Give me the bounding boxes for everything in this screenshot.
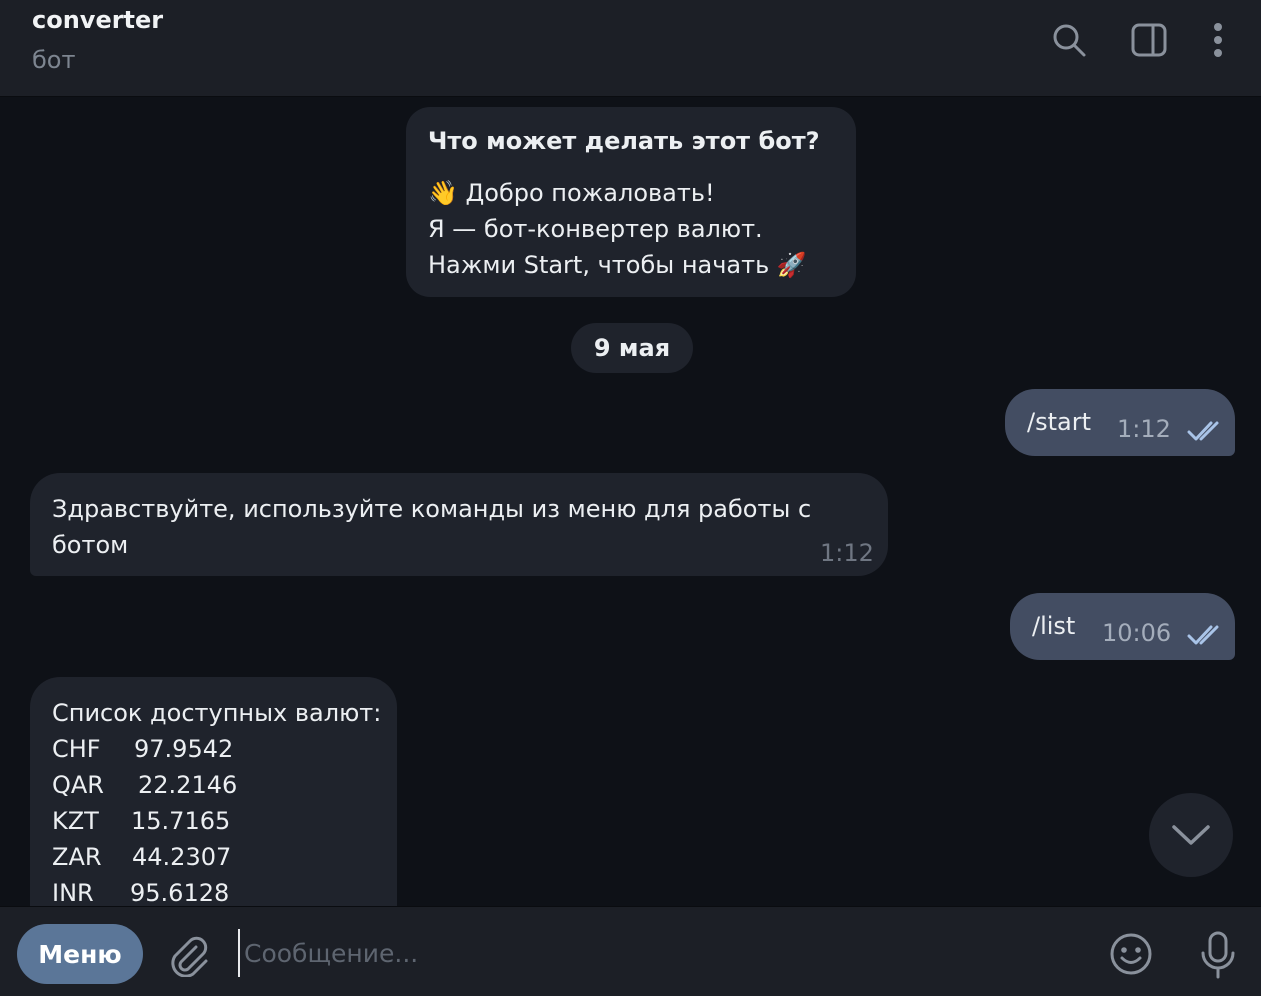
chevron-down-icon: [1172, 825, 1210, 845]
currency-code: ZAR: [52, 843, 102, 871]
message-input[interactable]: [238, 929, 1086, 977]
chat-subtitle: бот: [32, 46, 76, 74]
more-vertical-icon: [1214, 23, 1222, 57]
currency-code: CHF: [52, 735, 101, 763]
scroll-to-bottom-button[interactable]: [1149, 793, 1233, 877]
message-time: 1:12: [820, 539, 874, 567]
currency-rate: 97.9542: [134, 735, 234, 763]
search-button[interactable]: [1049, 20, 1089, 60]
search-icon: [1053, 24, 1086, 57]
double-check-icon: [1187, 421, 1219, 441]
currency-rate: 44.2307: [132, 843, 232, 871]
attach-button[interactable]: [164, 931, 212, 979]
chat-header: converter бот: [0, 0, 1261, 97]
double-check-icon: [1187, 625, 1219, 645]
smiley-icon: [1110, 933, 1152, 975]
message-text: /list: [1032, 612, 1076, 640]
sidebar-toggle-button[interactable]: [1129, 20, 1169, 60]
currency-rate: 95.6128: [130, 879, 230, 906]
currency-code: KZT: [52, 807, 99, 835]
message-composer: Меню: [0, 906, 1261, 996]
currency-code: QAR: [52, 771, 104, 799]
currency-list-heading: Список доступных валют:: [52, 699, 382, 727]
bot-description-line: Я — бот-конвертер валют.: [428, 215, 763, 243]
outgoing-message[interactable]: /list 10:06: [1010, 593, 1235, 660]
bot-menu-button[interactable]: Меню: [17, 924, 143, 984]
currency-code: INR: [52, 879, 94, 906]
emoji-button[interactable]: [1108, 931, 1154, 977]
microphone-icon: [1201, 931, 1235, 979]
date-separator: 9 мая: [571, 323, 693, 373]
message-list[interactable]: Что может делать этот бот? 👋 Добро пожал…: [0, 97, 1261, 906]
currency-rate: 15.7165: [131, 807, 231, 835]
sidebar-toggle-icon: [1131, 23, 1167, 57]
voice-record-button[interactable]: [1196, 929, 1240, 981]
incoming-message[interactable]: Здравствуйте, используйте команды из мен…: [30, 473, 888, 576]
currency-rate: 22.2146: [138, 771, 238, 799]
paperclip-icon: [171, 936, 208, 977]
more-menu-button[interactable]: [1198, 20, 1238, 60]
message-text: ботом: [52, 531, 129, 559]
bot-description-card: Что может делать этот бот? 👋 Добро пожал…: [406, 107, 856, 297]
bot-description-heading: Что может делать этот бот?: [428, 127, 820, 155]
telegram-chat-window: converter бот Что может делать этот бот?…: [0, 0, 1261, 996]
message-text: Здравствуйте, используйте команды из мен…: [52, 495, 812, 523]
incoming-message[interactable]: Список доступных валют: CHF 97.9542 QAR …: [30, 677, 397, 906]
message-time: 10:06: [1102, 619, 1172, 647]
outgoing-message[interactable]: /start 1:12: [1005, 389, 1235, 456]
message-time: 1:12: [1117, 415, 1171, 443]
bot-description-line: Нажми Start, чтобы начать 🚀: [428, 251, 807, 279]
chat-title[interactable]: converter: [32, 6, 163, 34]
bot-description-line: 👋 Добро пожаловать!: [428, 179, 715, 207]
message-text: /start: [1027, 408, 1091, 436]
